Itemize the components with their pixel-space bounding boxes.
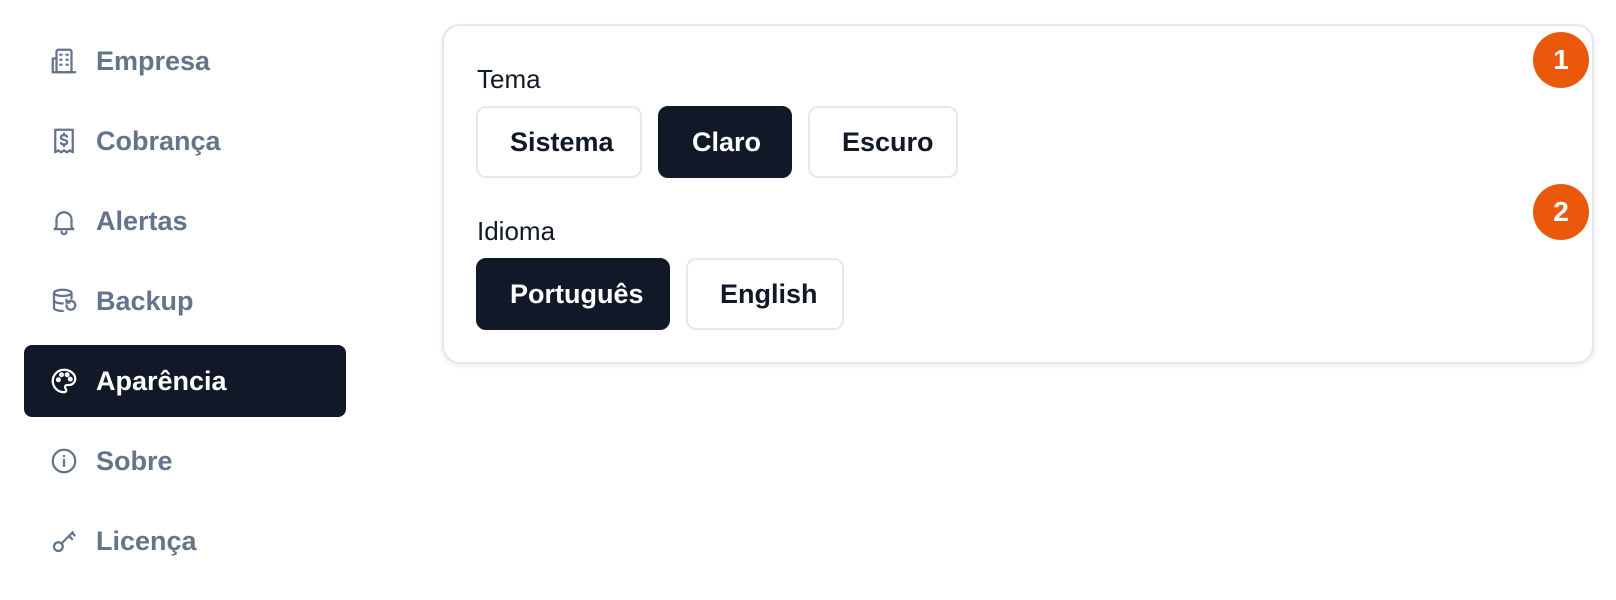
sidebar-item-alertas[interactable]: Alertas <box>24 185 346 257</box>
sidebar-item-label: Sobre <box>96 445 173 476</box>
sidebar-item-licenca[interactable]: Licença <box>24 505 346 577</box>
language-label: Idioma <box>477 216 556 246</box>
language-english-button[interactable]: English <box>686 258 844 330</box>
language-options: Português English <box>476 258 844 330</box>
theme-sistema-button[interactable]: Sistema <box>476 106 642 178</box>
sidebar-item-sobre[interactable]: Sobre <box>24 425 346 497</box>
settings-screen: Empresa Cobrança Alertas Backup Aparênci… <box>0 0 1616 600</box>
database-restore-icon <box>48 285 80 317</box>
sidebar-item-label: Aparência <box>96 365 227 396</box>
building-icon <box>48 45 80 77</box>
sidebar-item-aparencia[interactable]: Aparência <box>24 345 346 417</box>
sidebar-item-label: Alertas <box>96 205 188 236</box>
receipt-dollar-icon <box>48 125 80 157</box>
bell-icon <box>48 205 80 237</box>
sidebar-item-label: Empresa <box>96 45 211 76</box>
key-icon <box>48 525 80 557</box>
theme-options: Sistema Claro Escuro <box>476 106 958 178</box>
theme-claro-button[interactable]: Claro <box>658 106 792 178</box>
info-icon <box>48 445 80 477</box>
sidebar-item-label: Backup <box>96 285 194 316</box>
step-badge-2: 2 <box>1533 184 1589 240</box>
sidebar-item-label: Licença <box>96 525 197 556</box>
palette-icon <box>48 365 80 397</box>
sidebar-item-label: Cobrança <box>96 125 221 156</box>
step-badge-1: 1 <box>1533 32 1589 88</box>
appearance-card: Tema Sistema Claro Escuro Idioma Portugu… <box>442 24 1594 364</box>
theme-label: Tema <box>477 64 541 94</box>
sidebar-item-backup[interactable]: Backup <box>24 265 346 337</box>
sidebar-item-empresa[interactable]: Empresa <box>24 25 346 97</box>
language-portugues-button[interactable]: Português <box>476 258 670 330</box>
settings-sidebar: Empresa Cobrança Alertas Backup Aparênci… <box>24 25 346 585</box>
theme-escuro-button[interactable]: Escuro <box>808 106 958 178</box>
sidebar-item-cobranca[interactable]: Cobrança <box>24 105 346 177</box>
